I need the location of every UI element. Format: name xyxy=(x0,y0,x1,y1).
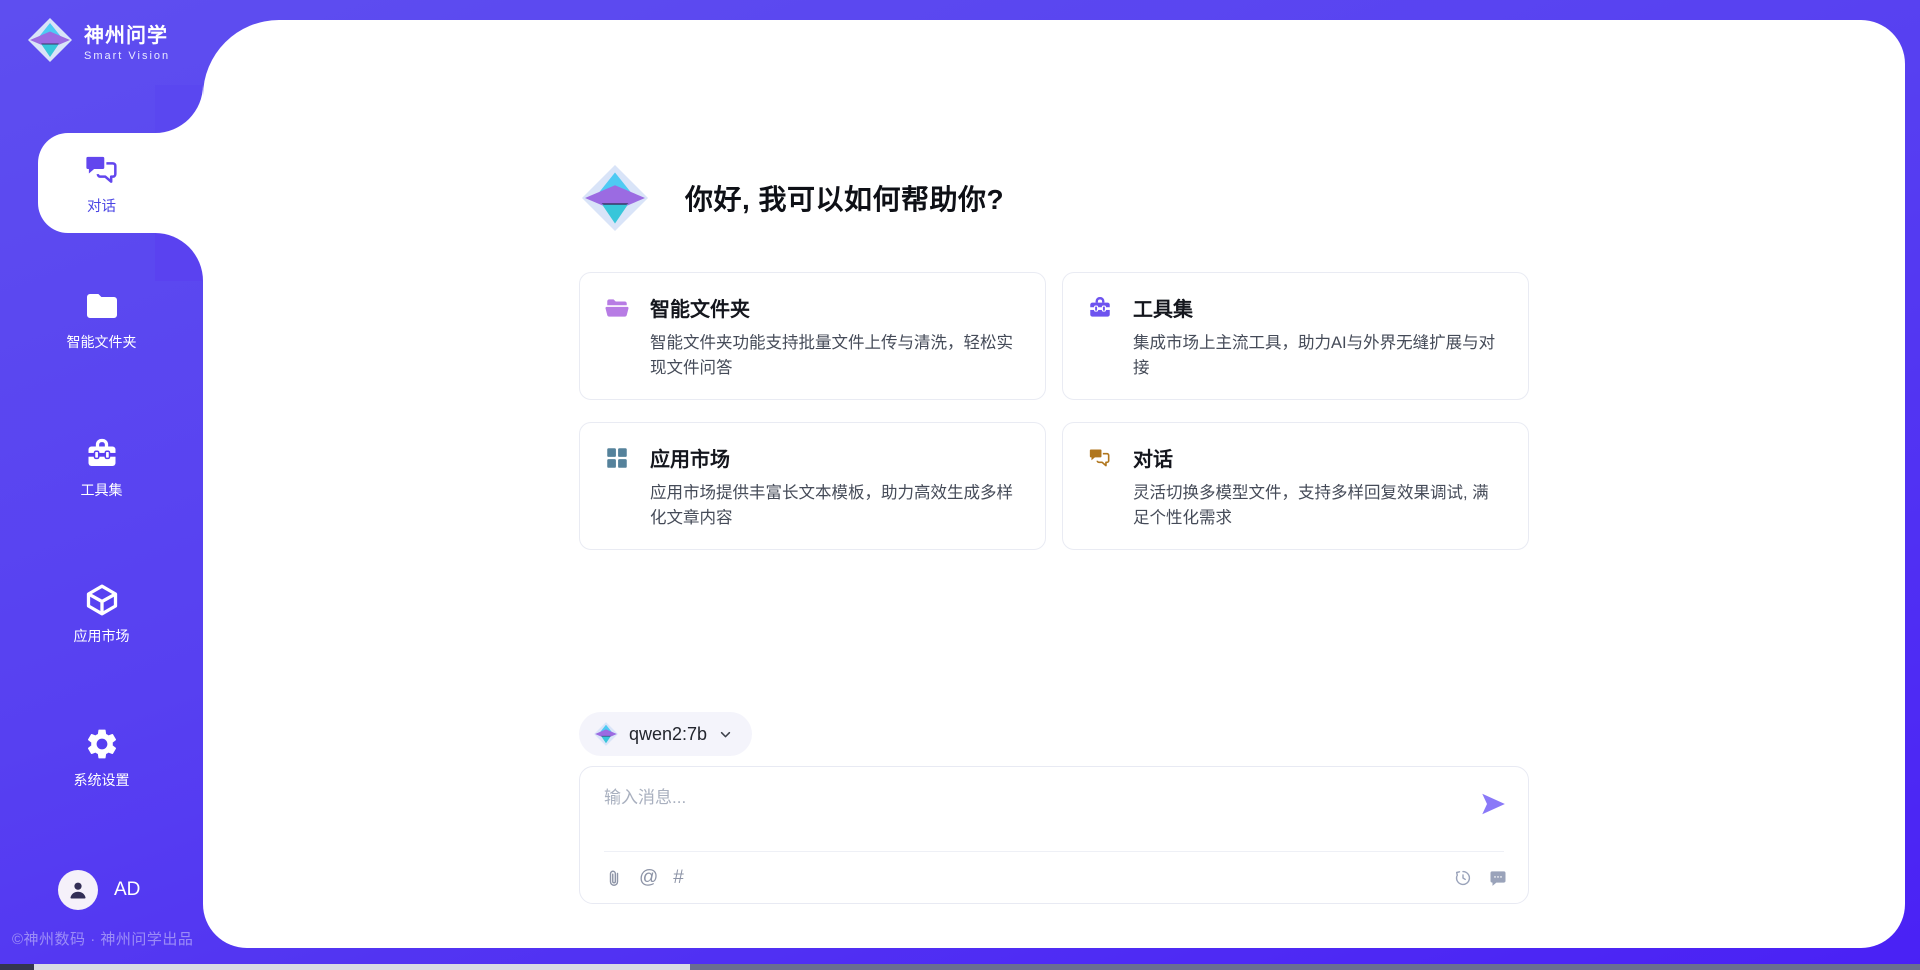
horizontal-scrollbar xyxy=(0,964,1920,970)
sidebar-item-label: 工具集 xyxy=(81,480,123,500)
feature-cards: 智能文件夹 智能文件夹功能支持批量文件上传与清洗，轻松实现文件问答 工具集 集成… xyxy=(579,272,1529,550)
greeting-title: 你好, 我可以如何帮助你? xyxy=(685,178,1004,218)
chevron-down-icon xyxy=(717,726,734,743)
card-description: 灵活切换多模型文件，支持多样回复效果调试, 满足个性化需求 xyxy=(1133,481,1502,531)
composer-divider xyxy=(604,851,1504,852)
user-name: AD xyxy=(114,879,140,901)
folder-icon xyxy=(84,288,120,324)
sidebar-item-label: 智能文件夹 xyxy=(67,332,137,352)
history-icon[interactable] xyxy=(1453,868,1473,888)
card-app-market[interactable]: 应用市场 应用市场提供丰富长文本模板，助力高效生成多样化文章内容 xyxy=(579,422,1046,550)
user-account[interactable]: AD xyxy=(58,870,140,910)
model-selector[interactable]: qwen2:7b xyxy=(579,712,752,756)
tab-fillet-top xyxy=(155,85,203,133)
card-title: 应用市场 xyxy=(650,443,730,472)
send-icon[interactable] xyxy=(1478,789,1508,819)
scrollbar-cap xyxy=(0,964,34,970)
chat-icon xyxy=(1087,445,1113,471)
card-title: 对话 xyxy=(1133,443,1173,472)
sidebar: .brand .gem-outer{fill:#f0f4ff} 神州问学 Sma… xyxy=(0,0,203,970)
gear-icon xyxy=(84,726,120,762)
copyright-text: ©神州数码 · 神州问学出品 xyxy=(12,928,193,949)
sidebar-item-toolset[interactable]: 工具集 xyxy=(0,436,203,500)
attachment-icon[interactable] xyxy=(604,868,624,888)
mention-icon[interactable]: @ xyxy=(639,868,658,888)
message-input[interactable] xyxy=(604,783,1434,843)
cube-icon xyxy=(84,582,120,618)
card-title: 工具集 xyxy=(1133,293,1193,322)
sidebar-item-chat[interactable]: 对话 xyxy=(38,133,203,233)
app-logo: .brand .gem-outer{fill:#f0f4ff} 神州问学 Sma… xyxy=(26,16,170,64)
message-composer: @ # xyxy=(579,766,1529,904)
model-name: qwen2:7b xyxy=(629,724,707,745)
sidebar-item-app-market[interactable]: 应用市场 xyxy=(0,582,203,646)
card-description: 集成市场上主流工具，助力AI与外界无缝扩展与对接 xyxy=(1133,331,1502,381)
sidebar-item-settings[interactable]: 系统设置 xyxy=(0,726,203,790)
tab-fillet-bottom xyxy=(155,233,203,281)
greeting: 你好, 我可以如何帮助你? xyxy=(579,162,1529,234)
assistant-gem-icon xyxy=(579,162,651,234)
chat-bubble-icon[interactable] xyxy=(1488,868,1508,888)
brand-subtitle: Smart Vision xyxy=(84,50,170,62)
card-toolset[interactable]: 工具集 集成市场上主流工具，助力AI与外界无缝扩展与对接 xyxy=(1062,272,1529,400)
brand-name: 神州问学 xyxy=(84,19,170,48)
card-description: 应用市场提供丰富长文本模板，助力高效生成多样化文章内容 xyxy=(650,481,1019,531)
main-content: 你好, 我可以如何帮助你? 智能文件夹 智能文件夹功能支持批量文件上传与清洗，轻… xyxy=(203,20,1905,948)
sidebar-item-smart-folder[interactable]: 智能文件夹 xyxy=(0,288,203,352)
sidebar-item-label: 对话 xyxy=(87,195,116,216)
scrollbar-thumb[interactable] xyxy=(34,964,690,970)
hash-icon[interactable]: # xyxy=(673,868,684,888)
chat-icon xyxy=(82,150,122,190)
folder-open-icon xyxy=(604,295,630,321)
model-gem-icon xyxy=(593,721,619,747)
brand-gem-icon: .brand .gem-outer{fill:#f0f4ff} xyxy=(26,16,74,64)
card-title: 智能文件夹 xyxy=(650,293,750,322)
sidebar-item-label: 系统设置 xyxy=(74,770,130,790)
briefcase-icon xyxy=(1087,295,1113,321)
sidebar-item-label: 应用市场 xyxy=(74,626,130,646)
card-chat[interactable]: 对话 灵活切换多模型文件，支持多样回复效果调试, 满足个性化需求 xyxy=(1062,422,1529,550)
person-icon xyxy=(66,878,90,902)
avatar xyxy=(58,870,98,910)
toolbox-icon xyxy=(84,436,120,472)
card-description: 智能文件夹功能支持批量文件上传与清洗，轻松实现文件问答 xyxy=(650,331,1019,381)
grid-icon xyxy=(604,445,630,471)
card-smart-folder[interactable]: 智能文件夹 智能文件夹功能支持批量文件上传与清洗，轻松实现文件问答 xyxy=(579,272,1046,400)
